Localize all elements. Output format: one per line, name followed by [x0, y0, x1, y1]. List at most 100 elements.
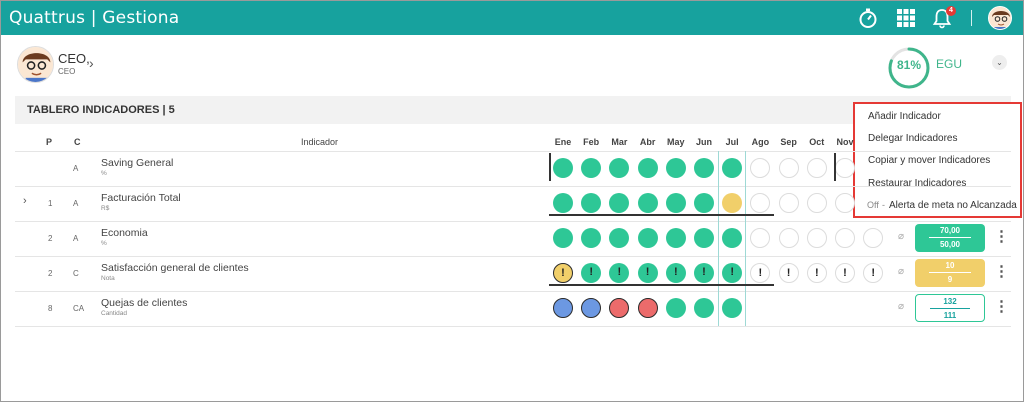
status-dot-nov[interactable] — [835, 228, 855, 248]
status-dot-jun[interactable] — [694, 228, 714, 248]
column-header-may: May — [667, 137, 685, 147]
status-dot-jul[interactable] — [722, 298, 743, 318]
row-expand-chevron-icon[interactable]: › — [23, 195, 27, 207]
indicator-name[interactable]: Quejas de clientes — [101, 297, 187, 309]
status-dot-may[interactable] — [665, 158, 686, 178]
status-dot-abr[interactable] — [637, 193, 658, 213]
status-dot-abr[interactable] — [637, 298, 658, 318]
column-header-mar: Mar — [611, 137, 628, 147]
status-dot-may[interactable] — [665, 193, 686, 213]
status-dot-may[interactable] — [665, 228, 686, 248]
kebab-icon[interactable]: ⋮ — [994, 227, 1009, 245]
status-dot-feb[interactable] — [581, 228, 602, 248]
column-header-c: C — [74, 137, 81, 147]
board-title: TABLERO INDICADORES | 5 — [27, 104, 175, 116]
status-dot-abr[interactable]: ! — [637, 263, 658, 283]
status-dot-nov[interactable]: ! — [863, 263, 884, 283]
period-underline — [549, 284, 774, 286]
kebab-icon[interactable]: ⋮ — [994, 262, 1009, 280]
indicator-name[interactable]: Economia — [101, 227, 148, 239]
status-dot-mar[interactable] — [609, 193, 630, 213]
menu-item-delegate-indicators[interactable]: Delegar Indicadores — [868, 133, 958, 144]
status-dot-jun[interactable]: ! — [694, 263, 714, 283]
status-dot-ene[interactable] — [553, 193, 573, 213]
status-dot-ene[interactable]: ! — [553, 263, 573, 283]
status-dot-sep[interactable] — [778, 228, 799, 248]
menu-item-copy-move-indicators[interactable]: Copiar y mover Indicadores — [868, 155, 990, 166]
alert-toggle-label[interactable]: Alerta de meta no Alcanzada — [889, 200, 1017, 211]
status-dot-may[interactable]: ! — [665, 263, 686, 283]
kebab-icon[interactable]: ⋮ — [994, 297, 1009, 315]
status-dot-nov[interactable] — [863, 228, 884, 248]
menu-item-restore-indicators[interactable]: Restaurar Indicadores — [868, 178, 966, 189]
chevron-right-icon[interactable]: › — [89, 55, 94, 71]
status-dot-sep[interactable]: ! — [778, 263, 799, 283]
alert-toggle-state[interactable]: Off — [867, 200, 879, 210]
status-dot-abr[interactable] — [637, 158, 658, 178]
chevron-down-icon[interactable]: ⌄ — [992, 55, 1007, 70]
status-dot-may[interactable] — [665, 298, 686, 318]
current-month-guide-left — [718, 151, 719, 326]
status-dot-ago[interactable] — [750, 228, 771, 248]
indicator-name[interactable]: Saving General — [101, 157, 173, 169]
row-separator — [15, 151, 1011, 152]
column-header-sep: Sep — [780, 137, 797, 147]
status-dot-ago[interactable] — [750, 158, 771, 178]
goal-actual: 111 — [943, 311, 957, 320]
status-dot-oct[interactable] — [806, 228, 827, 248]
status-dot-ene[interactable] — [553, 158, 573, 178]
column-header-oct: Oct — [809, 137, 825, 147]
app-module: Gestiona — [102, 8, 180, 28]
status-dot-ago[interactable]: ! — [750, 263, 771, 283]
header-avatar[interactable] — [988, 6, 1012, 30]
status-dot-oct[interactable]: ! — [806, 263, 827, 283]
status-dot-jul[interactable] — [722, 158, 743, 178]
indicator-name[interactable]: Facturación Total — [101, 192, 181, 204]
status-dot-feb[interactable]: ! — [581, 263, 602, 283]
goal-target: 70,00 — [939, 226, 961, 235]
status-dot-jul[interactable] — [722, 228, 743, 248]
status-dot-feb[interactable] — [581, 193, 602, 213]
status-dot-oct[interactable] — [806, 158, 827, 178]
paperclip-icon[interactable]: ⌀ — [898, 266, 904, 277]
paperclip-icon[interactable]: ⌀ — [898, 231, 904, 242]
status-dot-nov[interactable]: ! — [835, 263, 855, 283]
status-dot-jul[interactable] — [722, 193, 743, 213]
status-dot-feb[interactable] — [581, 298, 602, 318]
row-priority: 1 — [48, 199, 53, 208]
status-dot-mar[interactable]: ! — [609, 263, 630, 283]
status-dot-nov[interactable] — [835, 158, 855, 178]
status-dot-feb[interactable] — [581, 158, 602, 178]
notification-badge: 4 — [946, 6, 956, 16]
app-title: Quattrus | Gestiona — [9, 8, 179, 28]
grid-apps-icon[interactable] — [894, 6, 918, 30]
user-avatar[interactable] — [17, 46, 54, 83]
status-dot-ene[interactable] — [553, 228, 573, 248]
menu-item-add-indicator[interactable]: Añadir Indicador — [868, 111, 941, 122]
performance-value: 81% — [896, 58, 922, 72]
status-dot-ene[interactable] — [553, 298, 573, 318]
indicator-unit: Cantidad — [101, 310, 128, 317]
status-dot-jun[interactable] — [694, 298, 714, 318]
row-separator — [15, 256, 1011, 257]
status-dot-sep[interactable] — [778, 158, 799, 178]
status-dot-jun[interactable] — [694, 158, 714, 178]
status-dot-nov[interactable] — [835, 193, 855, 213]
status-dot-mar[interactable] — [609, 298, 630, 318]
row-category: A — [73, 234, 79, 243]
status-dot-mar[interactable] — [609, 158, 630, 178]
status-dot-ago[interactable] — [750, 193, 771, 213]
status-dot-mar[interactable] — [609, 228, 630, 248]
bell-icon[interactable]: 4 — [930, 6, 956, 30]
indicator-name[interactable]: Satisfacción general de clientes — [101, 262, 249, 274]
stopwatch-icon[interactable] — [856, 6, 880, 30]
status-dot-jul[interactable]: ! — [722, 263, 743, 283]
status-dot-jun[interactable] — [694, 193, 714, 213]
status-dot-abr[interactable] — [637, 228, 658, 248]
toolbar-divider — [971, 10, 972, 26]
status-dot-oct[interactable] — [806, 193, 827, 213]
goal-target: 10 — [945, 261, 955, 270]
paperclip-icon[interactable]: ⌀ — [898, 301, 904, 312]
top-bar: Quattrus | Gestiona 4 — [1, 1, 1023, 35]
status-dot-sep[interactable] — [778, 193, 799, 213]
